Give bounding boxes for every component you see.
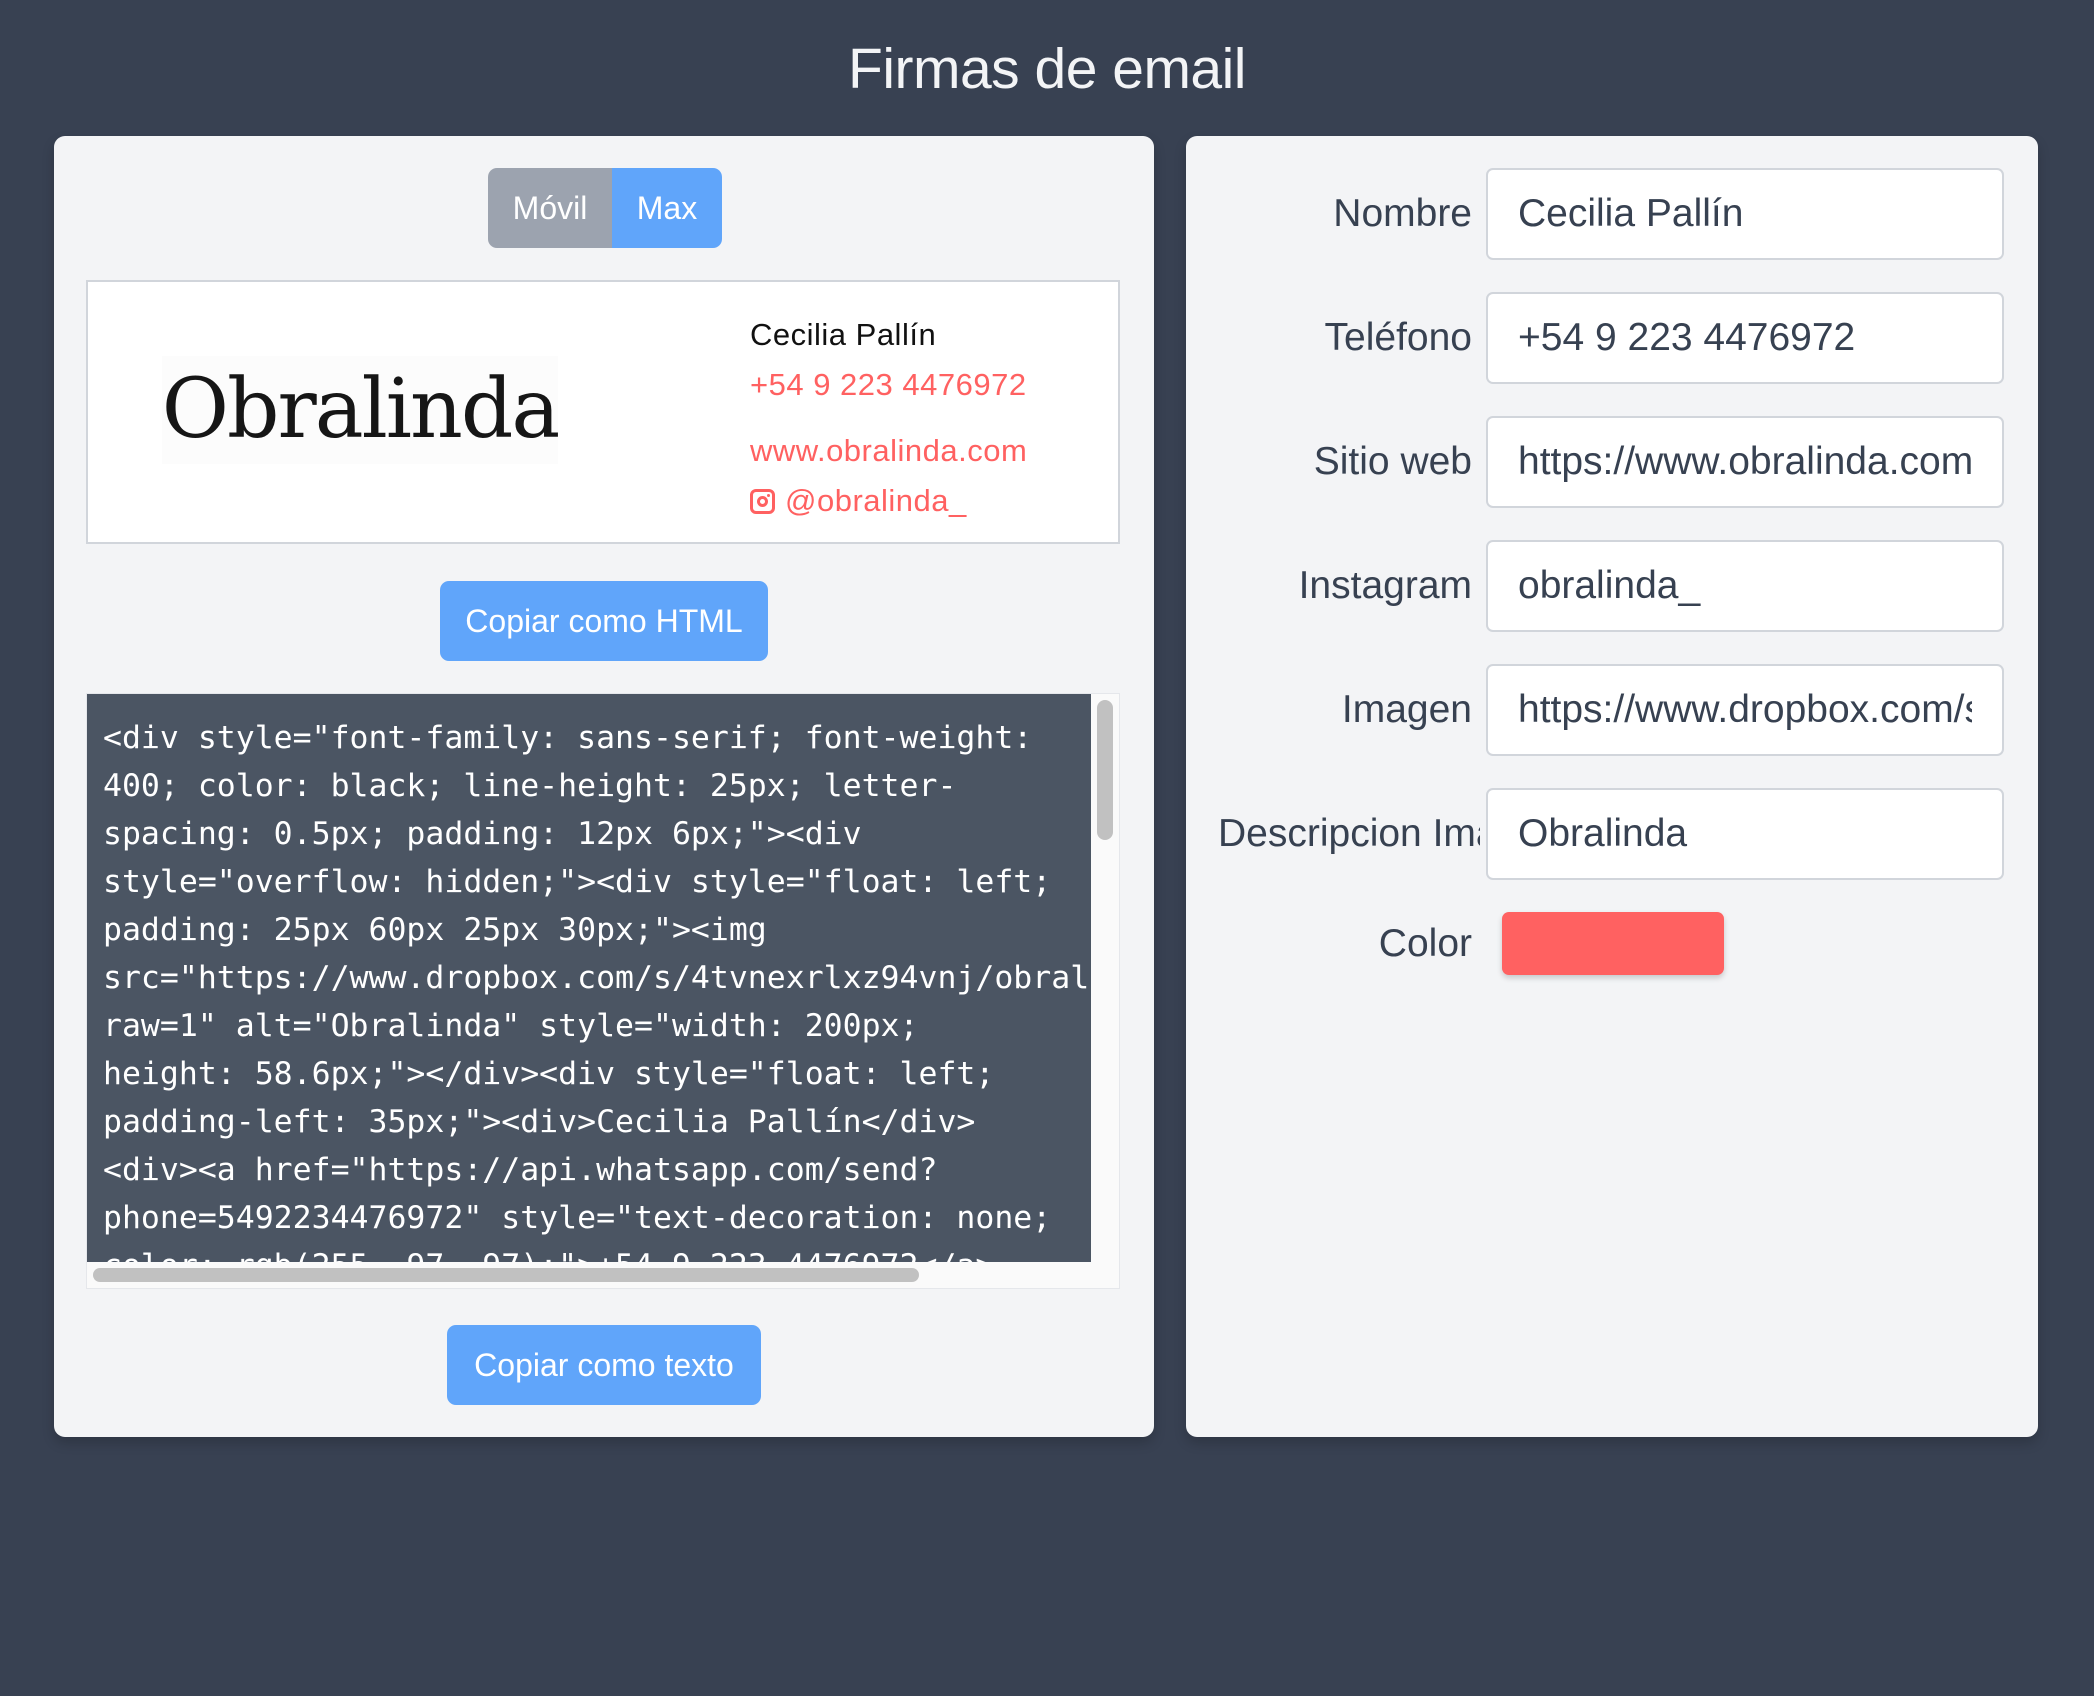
logo-text: Obralinda	[161, 362, 560, 457]
code-line: <div><a href="https://api.whatsapp.com/s…	[103, 1152, 938, 1188]
descripcion-imagen-label: Descripcion Imagen	[1218, 812, 1480, 855]
form-row-sitio-web: Sitio web	[1186, 416, 2038, 508]
signature-website-link[interactable]: www.obralinda.com	[750, 426, 1027, 476]
instagram-input[interactable]	[1486, 540, 2004, 632]
imagen-input[interactable]	[1486, 664, 2004, 756]
signature-info: Cecilia Pallín +54 9 223 4476972 www.obr…	[750, 310, 1027, 526]
code-line: 400; color: black; line-height: 25px; le…	[103, 768, 957, 804]
signature-instagram-handle: @obralinda_	[785, 483, 967, 518]
nombre-label: Nombre	[1333, 192, 1472, 235]
code-line: src="https://www.dropbox.com/s/4tvnexrlx…	[103, 960, 1091, 996]
preview-panel: Móvil Max Obralinda Cecilia Pallín +54 9…	[54, 136, 1154, 1437]
code-line: <div style="font-family: sans-serif; fon…	[103, 720, 1033, 756]
instagram-label: Instagram	[1298, 564, 1472, 607]
logo-image: Obralinda	[161, 356, 560, 464]
sitio-web-input[interactable]	[1486, 416, 2004, 508]
copy-text-button[interactable]: Copiar como texto	[447, 1325, 761, 1405]
signature-name: Cecilia Pallín	[750, 317, 937, 352]
html-code-area[interactable]: <div style="font-family: sans-serif; fon…	[87, 694, 1091, 1262]
telefono-label: Teléfono	[1324, 316, 1472, 359]
view-toggle: Móvil Max	[488, 168, 722, 248]
telefono-input[interactable]	[1486, 292, 2004, 384]
form-panel: Nombre Teléfono Sitio web Instagram Imag…	[1186, 136, 2038, 1437]
code-line: phone=5492234476972" style="text-decorat…	[103, 1200, 1052, 1236]
sitio-web-label: Sitio web	[1313, 440, 1472, 483]
code-line: padding-left: 35px;"><div>Cecilia Pallín…	[103, 1104, 976, 1140]
html-code-text: <div style="font-family: sans-serif; fon…	[87, 694, 1091, 1262]
form-row-nombre: Nombre	[1186, 168, 2038, 260]
signature-preview: Obralinda Cecilia Pallín +54 9 223 44769…	[86, 280, 1120, 544]
code-line: padding: 25px 60px 25px 30px;"><img	[103, 912, 767, 948]
imagen-label: Imagen	[1341, 688, 1472, 731]
html-code-box[interactable]: <div style="font-family: sans-serif; fon…	[86, 693, 1120, 1289]
page-title: Firmas de email	[848, 37, 1246, 101]
color-label: Color	[1378, 922, 1472, 965]
color-picker-swatch[interactable]	[1502, 912, 1724, 975]
form-row-imagen: Imagen	[1186, 664, 2038, 756]
code-line: color: rgb(255, 97, 97);">+54 9 223 4476…	[103, 1248, 994, 1262]
horizontal-scrollbar-thumb[interactable]	[93, 1268, 919, 1282]
descripcion-imagen-input[interactable]	[1486, 788, 2004, 880]
movil-button[interactable]: Móvil	[488, 168, 612, 248]
max-button[interactable]: Max	[612, 168, 722, 248]
copy-html-button[interactable]: Copiar como HTML	[440, 581, 768, 661]
instagram-icon	[750, 488, 775, 514]
vertical-scrollbar-thumb[interactable]	[1097, 700, 1113, 840]
nombre-input[interactable]	[1486, 168, 2004, 260]
code-line: style="overflow: hidden;"><div style="fl…	[103, 864, 1052, 900]
form-row-telefono: Teléfono	[1186, 292, 2038, 384]
code-line: spacing: 0.5px; padding: 12px 6px;"><div	[103, 816, 862, 852]
form-row-instagram: Instagram	[1186, 540, 2038, 632]
code-line: height: 58.6px;"></div><div style="float…	[103, 1056, 995, 1092]
form-row-descripcion: Descripcion Imagen	[1186, 788, 2038, 880]
code-line: raw=1" alt="Obralinda" style="width: 200…	[103, 1008, 919, 1044]
signature-phone-link[interactable]: +54 9 223 4476972	[750, 360, 1027, 410]
signature-instagram-link[interactable]: @obralinda_	[750, 476, 1027, 526]
form-row-color: Color	[1186, 912, 2038, 975]
